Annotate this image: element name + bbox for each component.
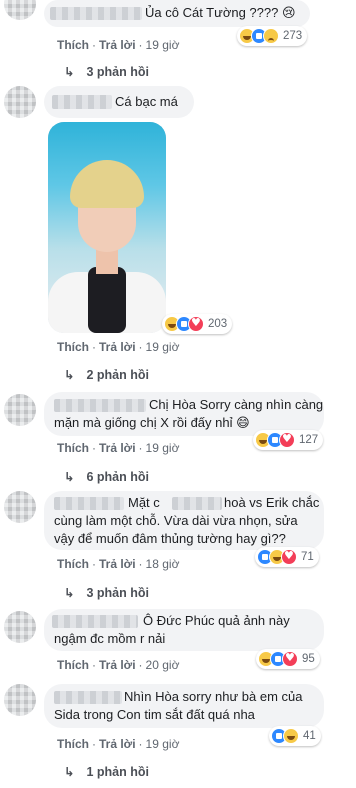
view-replies-link[interactable]: ↳ 6 phản hồi (64, 469, 149, 484)
avatar[interactable] (4, 684, 36, 716)
timestamp[interactable]: 18 giờ (146, 557, 180, 571)
author-name-blurred[interactable] (52, 95, 112, 109)
reaction-count: 95 (302, 653, 315, 665)
reply-link[interactable]: Trả lời (99, 340, 136, 354)
replies-count: 1 phản hồi (86, 765, 149, 779)
reply-arrow-icon: ↳ (64, 765, 75, 779)
reply-arrow-icon: ↳ (64, 586, 75, 600)
comment-actions: Thích · Trả lời · 18 giờ (57, 557, 180, 571)
comment-text: hoà vs Erik chắc (224, 495, 320, 510)
love-icon (282, 651, 298, 667)
comment-text: vậy để muốn đâm thủng tường hay gì?? (54, 531, 286, 546)
comment-text: Ủa cô Cát Tường ???? 😢 (145, 5, 296, 20)
comment-text: Cá bạc má (115, 94, 178, 109)
comment-text: cùng làm một chỗ. Vừa dài vừa nhọn, sửa (54, 513, 298, 528)
name-blurred (172, 497, 222, 510)
avatar[interactable] (4, 611, 36, 643)
comment-actions: Thích · Trả lời · 19 giờ (57, 737, 180, 751)
reply-link[interactable]: Trả lời (99, 557, 136, 571)
reaction-count: 41 (303, 730, 316, 742)
reaction-count: 71 (301, 551, 314, 563)
reaction-summary[interactable]: 273 (237, 26, 308, 46)
view-replies-link[interactable]: ↳ 1 phản hồi (64, 764, 149, 779)
reaction-summary[interactable]: 95 (256, 649, 320, 669)
comment-bubble: Mặt c hoà vs Erik chắc cùng làm một chỗ.… (44, 491, 324, 550)
like-link[interactable]: Thích (57, 658, 89, 672)
comment-text: Sida trong Con tim sắt đất quá nha (54, 707, 255, 722)
love-icon (188, 316, 204, 332)
comment-text: Chị Hòa Sorry càng nhìn càng (149, 397, 324, 412)
comment-text: Mặt c (128, 495, 160, 510)
like-link[interactable]: Thích (57, 441, 89, 455)
reply-link[interactable]: Trả lời (99, 658, 136, 672)
comment-actions: Thích · Trả lời · 19 giờ (57, 340, 180, 354)
author-name-blurred[interactable] (54, 497, 124, 510)
haha-icon (283, 728, 299, 744)
reaction-summary[interactable]: 41 (269, 726, 321, 746)
avatar[interactable] (4, 394, 36, 426)
reaction-count: 127 (299, 434, 319, 446)
timestamp[interactable]: 20 giờ (146, 658, 180, 672)
reply-arrow-icon: ↳ (64, 65, 75, 79)
comment-text: mặn mà giống chị X rồi đấy nhỉ 😄 (54, 415, 250, 430)
timestamp[interactable]: 19 giờ (146, 340, 180, 354)
comment-actions: Thích · Trả lời · 19 giờ (57, 38, 180, 52)
comment-bubble: Cá bạc má (44, 86, 194, 118)
like-link[interactable]: Thích (57, 340, 89, 354)
comment-actions: Thích · Trả lời · 19 giờ (57, 441, 180, 455)
replies-count: 3 phản hồi (86, 586, 149, 600)
comment-bubble: Ủa cô Cát Tường ???? 😢 (44, 0, 310, 27)
author-name-blurred[interactable] (54, 399, 146, 412)
love-icon (281, 549, 297, 565)
reaction-summary[interactable]: 203 (162, 314, 233, 334)
view-replies-link[interactable]: ↳ 3 phản hồi (64, 585, 149, 600)
reply-link[interactable]: Trả lời (99, 38, 136, 52)
comment-bubble: Ô Đức Phúc quả ảnh này ngậm đc mồm r nải (44, 609, 324, 651)
comment-bubble: Nhìn Hòa sorry như bà em của Sida trong … (44, 684, 324, 728)
comment-text: Ô Đức Phúc quả ảnh này (143, 613, 290, 628)
avatar[interactable] (4, 0, 36, 20)
reply-link[interactable]: Trả lời (99, 441, 136, 455)
replies-count: 2 phản hồi (86, 368, 149, 382)
view-replies-link[interactable]: ↳ 3 phản hồi (64, 64, 149, 79)
reply-arrow-icon: ↳ (64, 368, 75, 382)
comment-photo[interactable] (48, 122, 166, 333)
comment-actions: Thích · Trả lời · 20 giờ (57, 658, 180, 672)
timestamp[interactable]: 19 giờ (146, 441, 180, 455)
author-name-blurred[interactable] (52, 615, 138, 628)
avatar[interactable] (4, 86, 36, 118)
replies-count: 6 phản hồi (86, 470, 149, 484)
sad-icon (263, 28, 279, 44)
reaction-summary[interactable]: 71 (255, 547, 319, 567)
like-link[interactable]: Thích (57, 737, 89, 751)
author-name-blurred[interactable] (54, 691, 122, 704)
view-replies-link[interactable]: ↳ 2 phản hồi (64, 367, 149, 382)
like-link[interactable]: Thích (57, 557, 89, 571)
reaction-count: 273 (283, 30, 303, 42)
reply-arrow-icon: ↳ (64, 470, 75, 484)
love-icon (279, 432, 295, 448)
timestamp[interactable]: 19 giờ (146, 38, 180, 52)
reply-link[interactable]: Trả lời (99, 737, 136, 751)
author-name-blurred[interactable] (50, 7, 142, 20)
reaction-count: 203 (208, 318, 228, 330)
avatar[interactable] (4, 491, 36, 523)
timestamp[interactable]: 19 giờ (146, 737, 180, 751)
replies-count: 3 phản hồi (86, 65, 149, 79)
reaction-summary[interactable]: 127 (253, 430, 324, 450)
comment-text: ngậm đc mồm r nải (54, 631, 166, 646)
comment-text: Nhìn Hòa sorry như bà em của (124, 689, 303, 704)
like-link[interactable]: Thích (57, 38, 89, 52)
